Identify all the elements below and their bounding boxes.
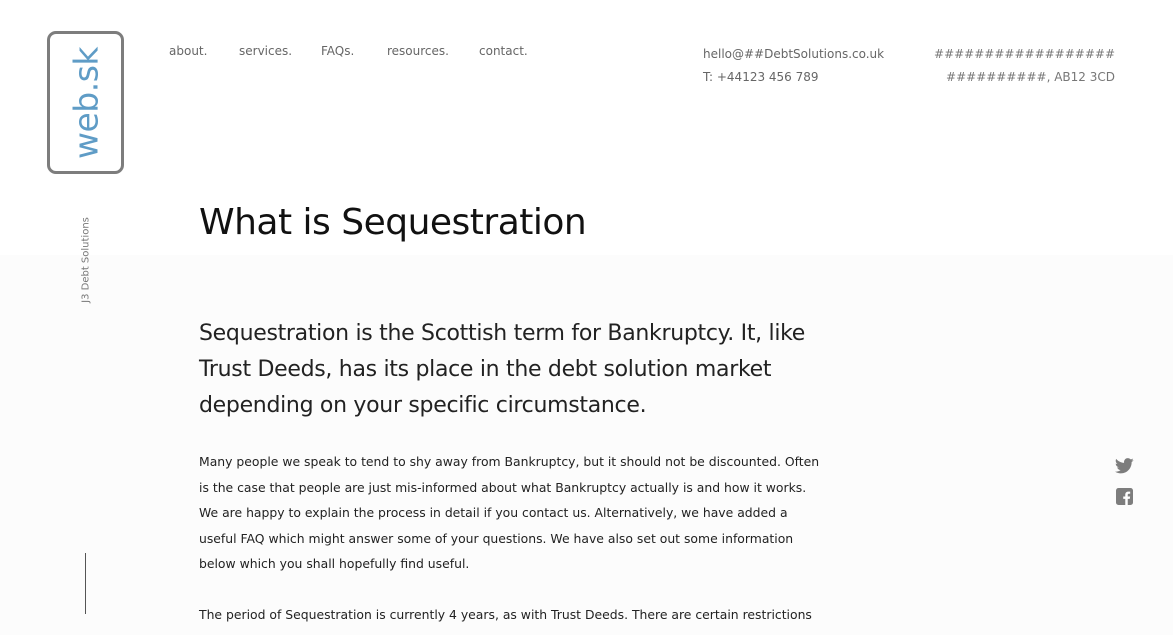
address-line-1: ##################	[934, 47, 1115, 61]
nav-item-about[interactable]: about.	[169, 44, 207, 58]
body-paragraph: Many people we speak to tend to shy away…	[199, 454, 820, 572]
contact-info: hello@##DebtSolutions.co.uk T: +44123 45…	[703, 43, 884, 89]
body-paragraph: The period of Sequestration is currently…	[199, 607, 812, 635]
facebook-icon[interactable]	[1114, 486, 1134, 506]
nav-item-services[interactable]: services.	[239, 44, 292, 58]
page-title: What is Sequestration	[199, 202, 587, 243]
vertical-divider	[85, 553, 86, 614]
nav-item-faqs[interactable]: FAQs.	[321, 44, 354, 58]
address-block: ################## ##########, AB12 3CD	[934, 43, 1115, 89]
contact-phone[interactable]: T: +44123 456 789	[703, 66, 884, 89]
logo-text: web.sk	[66, 46, 105, 159]
contact-email[interactable]: hello@##DebtSolutions.co.uk	[703, 43, 884, 66]
content-background	[0, 255, 1173, 635]
nav-item-resources[interactable]: resources.	[387, 44, 449, 58]
nav-item-contact[interactable]: contact.	[479, 44, 528, 58]
page: web.sk J3 Debt Solutions about. services…	[0, 0, 1173, 635]
twitter-icon[interactable]	[1114, 456, 1134, 476]
site-tagline: J3 Debt Solutions	[80, 217, 92, 303]
logo[interactable]: web.sk	[47, 31, 124, 174]
lead-paragraph: Sequestration is the Scottish term for B…	[199, 321, 806, 418]
address-line-2: ##########, AB12 3CD	[946, 70, 1115, 84]
